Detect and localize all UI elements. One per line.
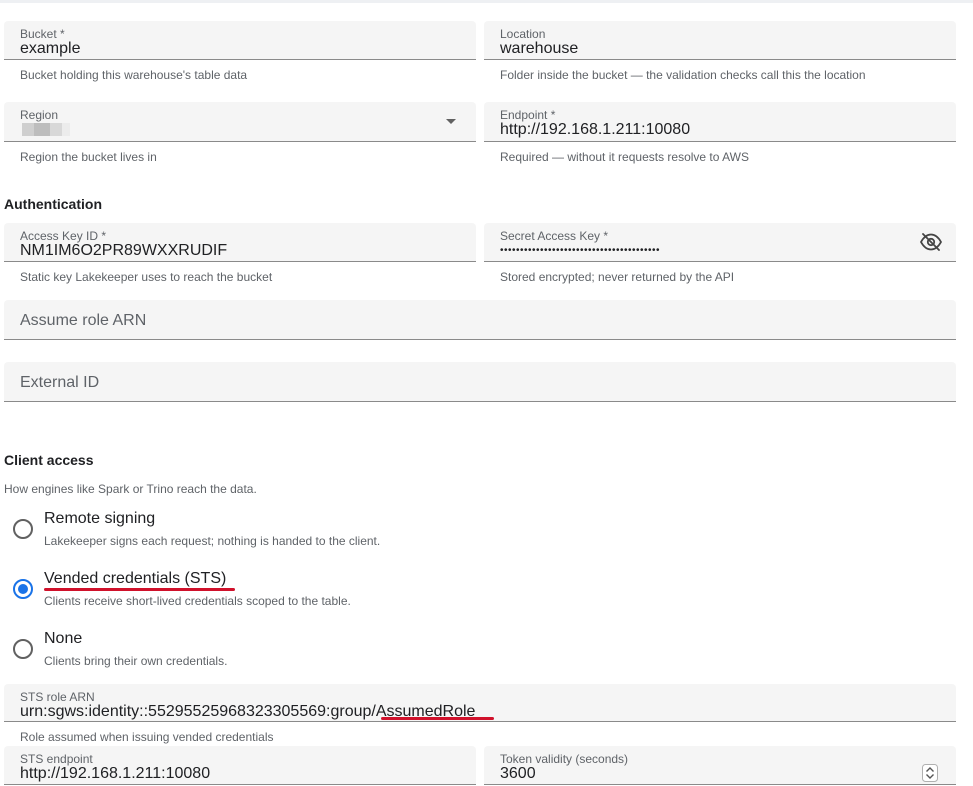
radio-vended-credentials[interactable] [13, 579, 33, 599]
location-label: Location [500, 27, 546, 41]
remote-signing-title: Remote signing [44, 510, 156, 527]
radio-none[interactable] [13, 639, 33, 659]
sts-role-arn-label: STS role ARN [20, 690, 95, 704]
caret-down-icon[interactable] [445, 118, 457, 126]
sts-endpoint-field[interactable]: STS endpoint http://192.168.1.211:10080 [4, 746, 476, 785]
secret-key-value: •••••••••••••••••••••••••••••••••••••••• [500, 245, 661, 256]
location-field[interactable]: Location warehouse [484, 21, 956, 60]
assume-role-arn-field[interactable]: Assume role ARN [4, 300, 956, 340]
endpoint-label: Endpoint * [500, 108, 556, 122]
endpoint-hint: Required — without it requests resolve t… [500, 150, 749, 164]
access-key-field[interactable]: Access Key ID * NM1IM6O2PR89WXXRUDIF [4, 223, 476, 262]
token-validity-value: 3600 [500, 765, 536, 782]
location-value: warehouse [500, 40, 579, 57]
location-hint: Folder inside the bucket — the validatio… [500, 68, 866, 82]
none-title: None [44, 630, 83, 647]
sts-endpoint-label: STS endpoint [20, 752, 93, 766]
spinner-arrows-icon[interactable] [922, 764, 938, 782]
endpoint-field[interactable]: Endpoint * http://192.168.1.211:10080 [484, 102, 956, 142]
region-redacted-value [22, 123, 70, 136]
region-label: Region [20, 108, 59, 122]
assume-role-arn-placeholder: Assume role ARN [20, 312, 147, 329]
eye-off-icon[interactable] [920, 233, 942, 251]
sts-role-arn-hint: Role assumed when issuing vended credent… [20, 730, 274, 744]
bucket-value: example [20, 40, 81, 57]
vended-credentials-title: Vended credentials (STS) [44, 570, 227, 587]
bucket-hint: Bucket holding this warehouse's table da… [20, 68, 248, 82]
token-validity-label: Token validity (seconds) [500, 752, 629, 766]
access-key-hint: Static key Lakekeeper uses to reach the … [20, 270, 273, 284]
client-access-heading: Client access [4, 452, 94, 468]
access-key-value: NM1IM6O2PR89WXXRUDIF [20, 242, 228, 259]
vended-credentials-description: Clients receive short-lived credentials … [44, 594, 351, 608]
sts-endpoint-value: http://192.168.1.211:10080 [20, 765, 211, 782]
client-access-description: How engines like Spark or Trino reach th… [4, 482, 257, 496]
radio-remote-signing[interactable] [13, 519, 33, 539]
secret-key-label: Secret Access Key * [500, 229, 609, 243]
endpoint-value: http://192.168.1.211:10080 [500, 121, 691, 138]
external-id-field[interactable]: External ID [4, 362, 956, 402]
secret-key-hint: Stored encrypted; never returned by the … [500, 270, 735, 284]
authentication-heading: Authentication [4, 196, 102, 212]
remote-signing-description: Lakekeeper signs each request; nothing i… [44, 534, 381, 548]
region-hint: Region the bucket lives in [20, 150, 157, 164]
secret-key-field[interactable]: Secret Access Key * ••••••••••••••••••••… [484, 223, 956, 262]
sts-role-arn-annotation-underline [381, 717, 494, 720]
region-select[interactable]: Region [4, 102, 476, 142]
top-divider [0, 0, 973, 3]
none-description: Clients bring their own credentials. [44, 654, 228, 668]
access-key-label: Access Key ID * [20, 229, 107, 243]
vended-credentials-annotation-underline [44, 588, 235, 591]
external-id-placeholder: External ID [20, 374, 100, 391]
token-validity-field[interactable]: Token validity (seconds) 3600 [484, 746, 956, 785]
bucket-field[interactable]: Bucket * example [4, 21, 476, 60]
bucket-label: Bucket * [20, 27, 65, 41]
